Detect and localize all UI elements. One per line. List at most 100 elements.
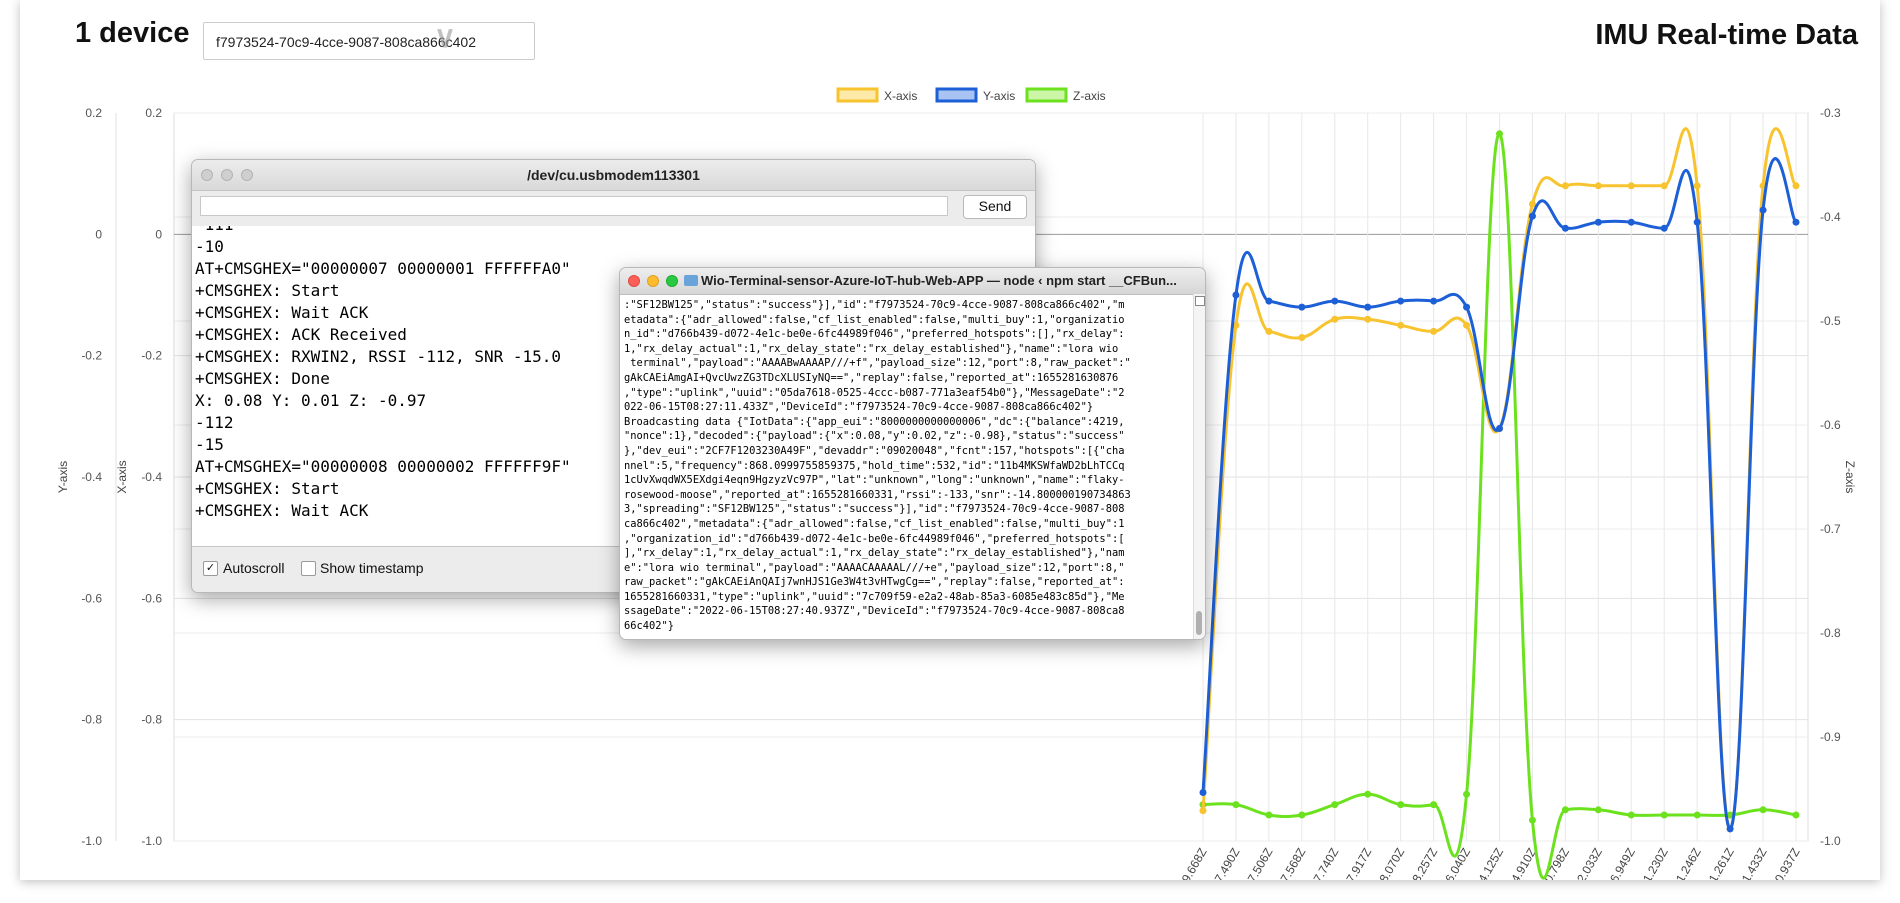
data-point-y-axis <box>1528 212 1536 220</box>
x-tick-label: 11.433Z <box>1736 846 1770 881</box>
terminal-output-line: raw_packet":"gAkCAEiAnQAIj7wnHJS1Ge3W4t3… <box>624 576 1125 589</box>
terminal-output-line: Broadcasting data {"IotData":{"app_eui":… <box>624 415 1125 428</box>
data-point-z-axis <box>1463 790 1471 798</box>
x-tick-label: 19.668Z <box>1175 846 1209 881</box>
show-timestamp-checkbox[interactable] <box>301 561 316 576</box>
terminal-output-line: ca866c402","metadata":{"adr_allowed":fal… <box>624 517 1125 530</box>
data-point-y-axis <box>1430 297 1438 305</box>
data-point-z-axis <box>1561 806 1569 814</box>
data-point-y-axis <box>1660 224 1668 232</box>
data-point-x-axis <box>1693 182 1701 190</box>
scrollbar-thumb[interactable] <box>1196 611 1202 635</box>
serial-output-line: AT+CMSGHEX="00000008 00000002 FFFFFF9F" <box>195 457 571 476</box>
serial-output-line: +CMSGHEX: Start <box>195 281 340 300</box>
data-point-z-axis <box>1265 811 1273 819</box>
data-point-y-axis <box>1232 291 1240 299</box>
data-point-z-axis <box>1792 811 1800 819</box>
data-point-y-axis <box>1627 218 1635 226</box>
terminal-output-line: },"dev_eui":"2CF7F1203230A49F","devaddr"… <box>624 444 1125 457</box>
data-point-x-axis <box>1430 327 1438 335</box>
terminal-output-line: ,"organization_id":"d766b439-d072-4e1c-b… <box>624 532 1125 545</box>
data-point-y-axis <box>1726 825 1734 833</box>
data-point-z-axis <box>1331 801 1339 809</box>
x-tick-label: 07.740Z <box>1307 846 1341 881</box>
legend-swatch-z-axis <box>1025 87 1068 103</box>
terminal-output-line: ],"rx_delay":1,"rx_delay_actual":1,"rx_d… <box>624 547 1125 560</box>
terminal-scrollbar[interactable] <box>1193 294 1205 639</box>
data-point-y-axis <box>1561 224 1569 232</box>
data-point-y-axis <box>1397 297 1405 305</box>
y-tick-label-inner: -0.6 <box>141 591 162 605</box>
z-tick-label: -1.0 <box>1820 834 1841 848</box>
terminal-output-line: gAkCAEiAmgAI+QvcUwzZG3TDcXLUSIyNQ==","re… <box>624 371 1119 384</box>
data-point-y-axis <box>1594 218 1602 226</box>
serial-output-line: -15 <box>195 435 224 454</box>
data-point-x-axis <box>1463 321 1471 329</box>
data-point-z-axis <box>1594 806 1602 814</box>
terminal-output-line: 3,"spreading":"SF12BW125","status":"succ… <box>624 503 1125 516</box>
x-tick-label: 08.070Z <box>1373 846 1407 881</box>
x-axis-title: X-axis <box>115 460 129 493</box>
terminal-output-line: 1,"rx_delay_actual":1,"rx_delay_state":"… <box>624 342 1119 355</box>
x-tick-label: 08.257Z <box>1406 846 1440 881</box>
terminal-output-line: rosewood-moose","reported_at":1655281660… <box>624 488 1131 501</box>
scrollbar-menu-icon[interactable] <box>1195 296 1205 306</box>
z-tick-label: -0.6 <box>1820 418 1841 432</box>
x-tick-label: 07.917Z <box>1340 846 1374 881</box>
terminal-output-line: 1cUvXwqdWX5EXdgi4eqn9HgzyzVc97P","lat":"… <box>624 474 1125 487</box>
x-tick-label: 07.490Z <box>1208 846 1242 881</box>
data-point-z-axis <box>1627 811 1635 819</box>
show-timestamp-label[interactable]: Show timestamp <box>320 560 423 576</box>
y-tick-label-inner: -0.2 <box>141 349 162 363</box>
data-point-z-axis <box>1693 811 1701 819</box>
y-tick-label-inner: 0.2 <box>145 106 162 120</box>
data-point-z-axis <box>1660 811 1668 819</box>
minimize-window-icon[interactable] <box>647 275 659 287</box>
terminal-output[interactable]: :"SF12BW125","status":"success"}],"id":"… <box>624 298 1190 634</box>
terminal-output-line: e":"lora wio terminal","payload":"AAAACA… <box>624 561 1125 574</box>
terminal-output-line: nnel":5,"frequency":868.0999755859375,"h… <box>624 459 1125 472</box>
serial-output-line: AT+CMSGHEX="00000007 00000001 FFFFFFA0" <box>195 259 571 278</box>
y-tick-label-inner: -0.8 <box>141 713 162 727</box>
autoscroll-label[interactable]: Autoscroll <box>223 560 284 576</box>
terminal-titlebar[interactable]: Wio-Terminal-sensor-Azure-IoT-hub-Web-AP… <box>620 268 1205 295</box>
data-point-x-axis <box>1561 182 1569 190</box>
send-button[interactable]: Send <box>963 195 1027 219</box>
terminal-output-line: ssageDate":"2022-06-15T08:27:40.937Z","D… <box>624 605 1125 618</box>
terminal-output-line: "nonce":1},"decoded":{"payload":{"x":0.0… <box>624 430 1125 443</box>
data-point-y-axis <box>1298 303 1306 311</box>
serial-output-line: -10 <box>195 237 224 256</box>
serial-window-titlebar[interactable]: /dev/cu.usbmodem113301 <box>192 160 1035 191</box>
legend-swatch-x-axis <box>836 87 879 103</box>
data-point-x-axis <box>1627 182 1635 190</box>
y-tick-label-outer: -0.6 <box>81 591 102 605</box>
data-point-z-axis <box>1232 801 1240 809</box>
legend-swatch-y-axis <box>935 87 978 103</box>
dashboard-page: 1 device f7973524-70c9-4cce-9087-808ca86… <box>20 0 1880 880</box>
z-tick-label: -0.5 <box>1820 314 1841 328</box>
zoom-window-icon[interactable] <box>666 275 678 287</box>
data-point-y-axis <box>1693 218 1701 226</box>
data-point-x-axis <box>1199 807 1207 815</box>
data-point-z-axis <box>1364 790 1372 798</box>
data-point-z-axis <box>1528 816 1536 824</box>
serial-send-input[interactable] <box>200 196 948 216</box>
y-tick-label-outer: 0 <box>95 227 102 241</box>
close-window-icon[interactable] <box>628 275 640 287</box>
x-tick-label: 11.230Z <box>1637 846 1671 881</box>
data-point-y-axis <box>1463 303 1471 311</box>
serial-output-line: +CMSGHEX: ACK Received <box>195 325 407 344</box>
terminal-window[interactable]: Wio-Terminal-sensor-Azure-IoT-hub-Web-AP… <box>619 267 1206 640</box>
data-point-z-axis <box>1298 811 1306 819</box>
terminal-window-title: Wio-Terminal-sensor-Azure-IoT-hub-Web-AP… <box>701 273 1177 288</box>
x-tick-label: 04.910Z <box>1505 846 1539 881</box>
data-point-y-axis <box>1792 218 1800 226</box>
data-point-x-axis <box>1594 182 1602 190</box>
autoscroll-checkbox[interactable]: ✓ <box>203 561 218 576</box>
serial-output-line: -111 <box>192 226 571 236</box>
y-tick-label-outer: 0.2 <box>85 106 102 120</box>
x-tick-label: 16.040Z <box>1439 846 1473 881</box>
y-tick-label-outer: -0.2 <box>81 349 102 363</box>
y-axis-title: Y-axis <box>56 461 70 493</box>
y-tick-label-inner: -0.4 <box>141 470 162 484</box>
